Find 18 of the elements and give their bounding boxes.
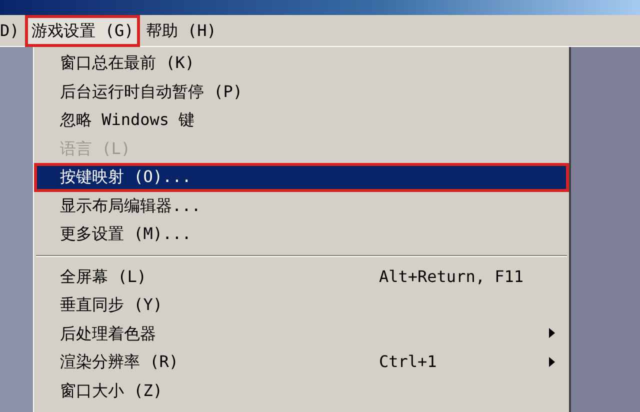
menu-item[interactable]: 全屏幕 (L) Alt+Return, F11 <box>34 262 569 291</box>
menu-item[interactable]: 垂直同步 (Y) <box>34 291 569 320</box>
menu-item[interactable]: 后处理着色器 <box>34 320 569 348</box>
menu-item[interactable]: 后台运行时自动暂停 (P) <box>34 78 569 106</box>
menu-item[interactable]: D) <box>0 15 26 47</box>
menu-item[interactable]: 游戏设置 (G) <box>25 15 140 47</box>
menu-item[interactable]: 窗口大小 (Z) <box>34 376 569 405</box>
shortcut-label: Ctrl+1 <box>379 351 438 374</box>
shortcut-label: Alt+Return, F11 <box>379 266 524 288</box>
submenu-arrow-icon <box>549 328 555 338</box>
menu-item[interactable]: 渲染分辨率 (R) Ctrl+1 <box>34 348 569 376</box>
menu-item[interactable]: 窗口总在最前 (K) <box>34 49 569 78</box>
menu-item[interactable]: 更多设置 (M)... <box>34 220 569 248</box>
menu-item[interactable]: 忽略 Windows 键 <box>34 106 569 134</box>
menu-item[interactable]: 帮助 (H) <box>140 15 222 47</box>
menu-item[interactable]: 按键映射 (O)... <box>34 163 569 192</box>
menu-item[interactable]: 显示布局编辑器... <box>34 192 569 220</box>
submenu-arrow-icon <box>549 356 555 367</box>
